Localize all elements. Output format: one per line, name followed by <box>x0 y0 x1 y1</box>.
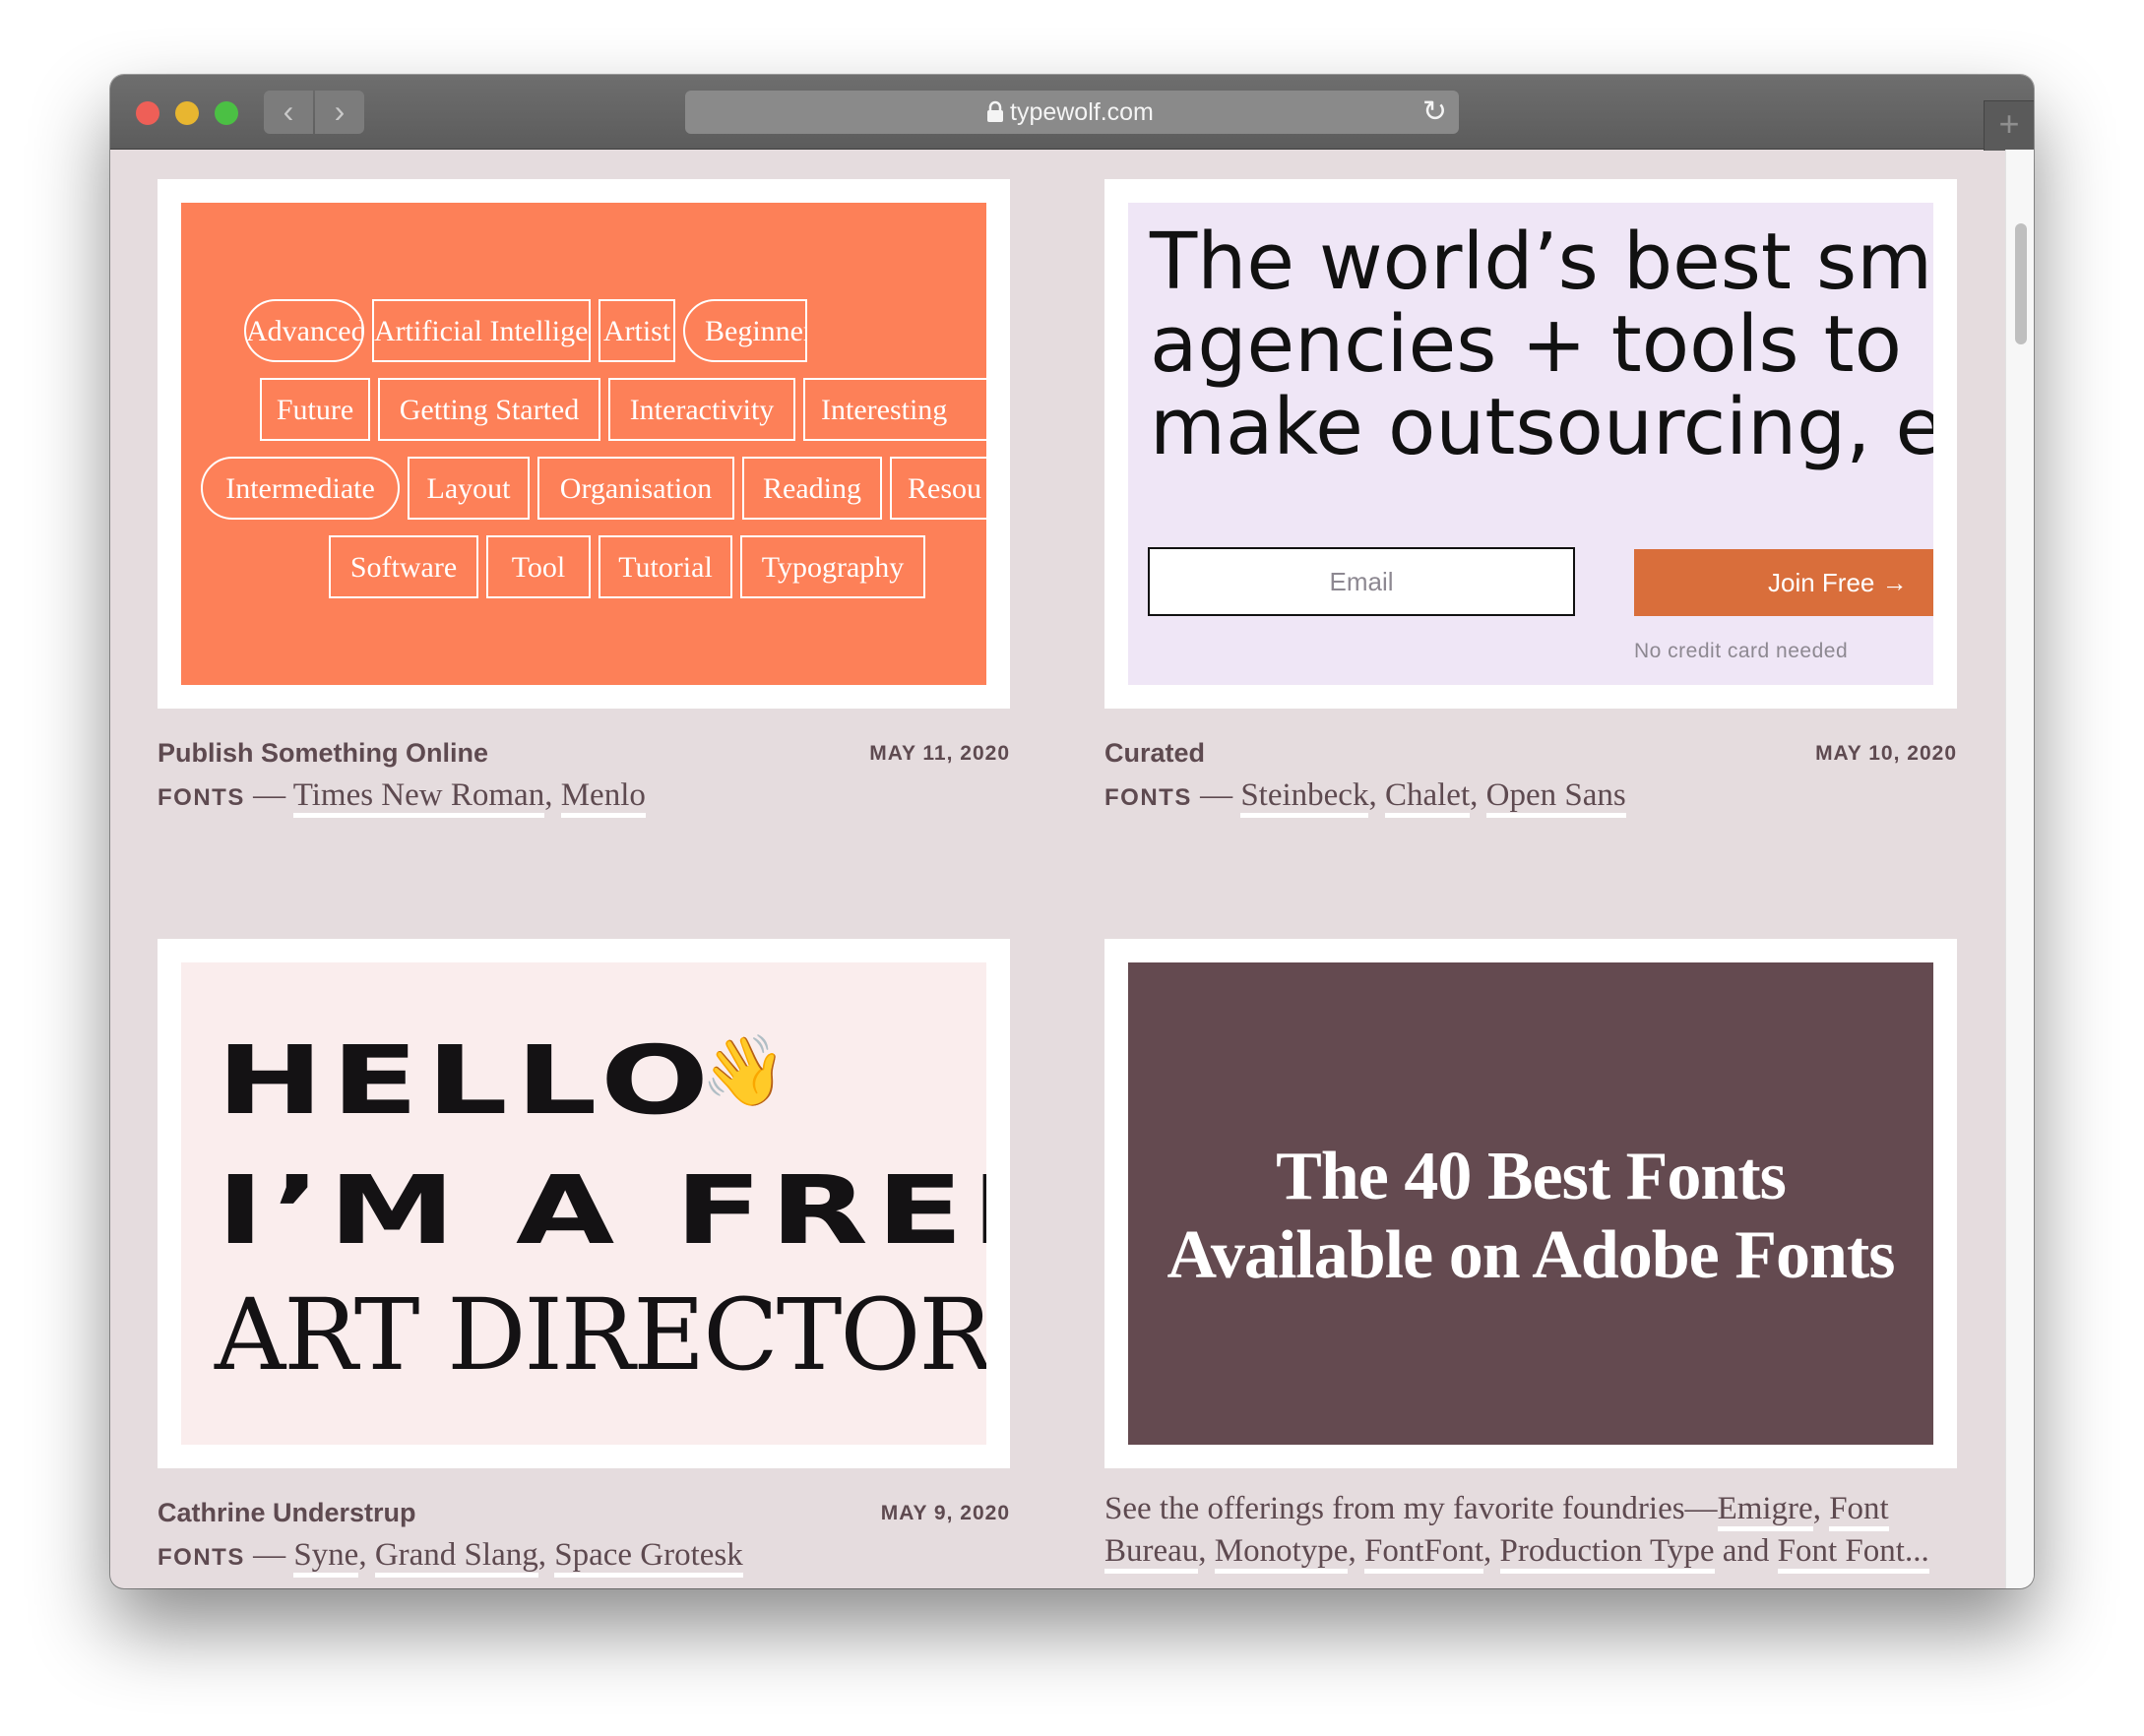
foundry-link[interactable]: Font Font... <box>1777 1533 1929 1574</box>
fonts-separator: — <box>244 777 293 813</box>
font-link[interactable]: Space Grotesk <box>554 1537 743 1578</box>
post-title[interactable]: Curated <box>1104 738 1205 769</box>
tag-getting-started: Getting Started <box>378 378 600 441</box>
font-link[interactable]: Steinbeck <box>1240 777 1369 818</box>
waving-hand-icon: 👋 <box>701 1032 788 1109</box>
address-bar[interactable]: typewolf.com ↻ <box>685 91 1459 134</box>
back-button[interactable]: ‹ <box>264 91 313 134</box>
hello-image: HELLO 👋 I’M A FREEL ART DIRECTOR <box>181 962 986 1445</box>
scrollbar-thumb[interactable] <box>2015 223 2027 344</box>
tag-layout: Layout <box>408 457 530 520</box>
new-tab-button[interactable]: + <box>1984 100 2034 151</box>
fonts-separator: — <box>244 1537 294 1573</box>
ad-headline: The world’s best sm agencies + tools to … <box>1150 217 1933 472</box>
post-title[interactable]: Cathrine Understrup <box>158 1498 416 1528</box>
foundry-link[interactable]: Emigre <box>1717 1491 1813 1531</box>
join-free-button[interactable]: Join Free → <box>1634 549 1933 616</box>
tag-interactivity: Interactivity <box>608 378 795 441</box>
post-date: MAY 10, 2020 <box>1815 742 1957 765</box>
lock-icon <box>987 100 1003 122</box>
tag-tool: Tool <box>486 535 591 598</box>
font-link[interactable]: Chalet <box>1384 777 1471 818</box>
font-link[interactable]: Times New Roman <box>292 777 545 818</box>
tag-cloud-image: Advanced Artificial Intelligence Artist … <box>181 203 986 685</box>
page-content: Advanced Artificial Intelligence Artist … <box>110 150 2034 1588</box>
post-fonts: FONTS — Times New Roman, Menlo <box>158 777 646 818</box>
tag-artist: Artist <box>599 299 675 362</box>
tag-artificial-intelligence: Artificial Intelligence <box>372 299 591 362</box>
reload-icon[interactable]: ↻ <box>1422 94 1447 129</box>
adobe-fonts-image: The 40 Best Fonts Available on Adobe Fon… <box>1128 962 1933 1445</box>
font-link[interactable]: Syne <box>293 1537 359 1578</box>
browser-window: ‹ › typewolf.com ↻ + Advanced Artificial… <box>110 75 2034 1588</box>
post-card-publish-something-online[interactable]: Advanced Artificial Intelligence Artist … <box>158 179 1010 709</box>
tag-interesting: Interesting <box>803 378 986 441</box>
fonts-label: FONTS <box>1104 784 1192 811</box>
tag-tutorial: Tutorial <box>599 535 732 598</box>
post-card-adobe-fonts[interactable]: The 40 Best Fonts Available on Adobe Fon… <box>1104 939 1957 1468</box>
minimize-window-button[interactable] <box>175 101 199 125</box>
hello-line-3: ART DIRECTOR <box>215 1277 986 1393</box>
font-link[interactable]: Grand Slang <box>374 1537 538 1578</box>
adobe-fonts-description: See the offerings from my favorite found… <box>1104 1488 1990 1574</box>
ad-note: No credit card needed <box>1634 640 1849 662</box>
tag-resources: Resou <box>890 457 986 520</box>
tag-organisation: Organisation <box>537 457 734 520</box>
tag-reading: Reading <box>742 457 882 520</box>
close-window-button[interactable] <box>136 101 159 125</box>
font-link[interactable]: Menlo <box>560 777 646 818</box>
fonts-label: FONTS <box>158 784 245 811</box>
hello-line-2: I’M A FREEL <box>217 1155 986 1266</box>
fonts-label: FONTS <box>158 1544 245 1571</box>
post-card-cathrine-understrup[interactable]: HELLO 👋 I’M A FREEL ART DIRECTOR <box>158 939 1010 1468</box>
tag-beginner: Beginner <box>683 299 807 362</box>
font-link[interactable]: Open Sans <box>1485 777 1626 818</box>
url-text: typewolf.com <box>1010 98 1154 126</box>
tag-intermediate: Intermediate <box>201 457 400 520</box>
post-fonts: FONTS — Syne, Grand Slang, Space Grotesk <box>158 1537 743 1578</box>
tag-future: Future <box>260 378 370 441</box>
email-field[interactable]: Email <box>1148 547 1575 616</box>
adobe-fonts-title: The 40 Best Fonts Available on Adobe Fon… <box>1167 1139 1896 1293</box>
foundry-link[interactable]: Production Type <box>1499 1533 1715 1574</box>
forward-button[interactable]: › <box>315 91 364 134</box>
post-date: MAY 9, 2020 <box>880 1502 1010 1524</box>
post-title[interactable]: Publish Something Online <box>158 738 488 769</box>
zoom-window-button[interactable] <box>215 101 238 125</box>
foundry-link[interactable]: FontFont <box>1363 1533 1484 1574</box>
tag-software: Software <box>329 535 478 598</box>
fonts-separator: — <box>1191 777 1241 813</box>
hello-line-1: HELLO <box>217 1025 718 1136</box>
tag-typography: Typography <box>740 535 925 598</box>
foundry-link[interactable]: Monotype <box>1214 1533 1349 1574</box>
browser-titlebar: ‹ › typewolf.com ↻ + <box>110 75 2034 151</box>
post-date: MAY 11, 2020 <box>869 742 1010 765</box>
tag-advanced: Advanced <box>244 299 364 362</box>
ad-content: The world’s best sm agencies + tools to … <box>1128 203 1933 685</box>
post-fonts: FONTS — Steinbeck, Chalet, Open Sans <box>1104 777 1626 818</box>
scrollbar[interactable] <box>2005 150 2034 1588</box>
ad-card: The world’s best sm agencies + tools to … <box>1104 179 1957 709</box>
